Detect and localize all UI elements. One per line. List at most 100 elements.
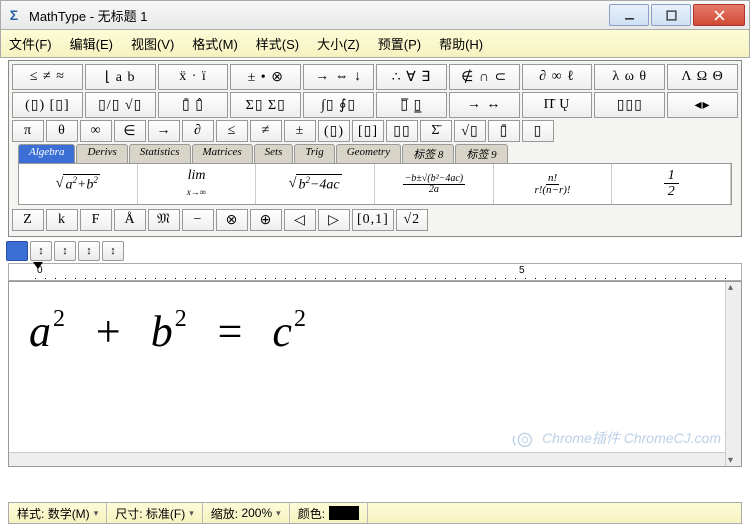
sym-pi[interactable]: π [12,120,44,142]
watermark-text: Chrome插件 ChromeCJ.com [542,428,721,448]
sym-M[interactable]: 𝔐 [148,209,180,231]
eq-c: c [272,307,294,356]
align-1-icon[interactable] [6,241,28,261]
tpl-fractions[interactable]: ▯/▯ √▯ [85,92,156,118]
sym-A[interactable]: Å [114,209,146,231]
align-4-icon[interactable]: ↕ [78,241,100,261]
sym-infty[interactable]: ∞ [80,120,112,142]
eq-b: b [151,307,175,356]
tpl-scripts[interactable]: ▯̄ ▯̂ [158,92,229,118]
status-style[interactable]: 样式: 数学(M) [9,503,107,523]
minimize-button[interactable] [609,4,649,26]
sym-sqrt2[interactable]: √2 [396,209,428,231]
sym-pm[interactable]: ± [284,120,316,142]
tpl-fences[interactable]: (▯) [▯] [12,92,83,118]
tpl-pythag[interactable]: √a2+b2 [19,164,138,204]
snail-icon [508,428,536,448]
sym-interval[interactable]: [0,1] [352,209,394,231]
color-swatch [329,506,359,520]
tpl-integrals[interactable]: ∫▯ ∮▯ [303,92,374,118]
sym-F[interactable]: F [80,209,112,231]
sym-ne[interactable]: ≠ [250,120,282,142]
palette-logic[interactable]: ∴ ∀ ∃ [376,64,447,90]
palette-embellish[interactable]: ẍ · ï [158,64,229,90]
sym-arrow[interactable]: → [148,120,180,142]
tab-sets[interactable]: Sets [254,144,294,163]
sym-oplus[interactable]: ⊕ [250,209,282,231]
tpl-arrows[interactable]: → ↔ [449,92,520,118]
sym-tri-left[interactable]: ◁ [284,209,316,231]
maximize-button[interactable] [651,4,691,26]
menu-style[interactable]: 样式(S) [256,34,299,53]
tab-geometry[interactable]: Geometry [336,144,401,163]
sym-sqrt[interactable]: √▯ [454,120,486,142]
palette-relational[interactable]: ≤ ≠ ≈ [12,64,83,90]
horizontal-scrollbar[interactable] [9,452,725,466]
sym-theta[interactable]: θ [46,120,78,142]
align-2-icon[interactable]: ↕ [30,241,52,261]
sym-le[interactable]: ≤ [216,120,248,142]
menu-edit[interactable]: 编辑(E) [70,34,113,53]
status-zoom[interactable]: 缩放: 200% [203,503,290,523]
align-3-icon[interactable]: ↕ [54,241,76,261]
align-5-icon[interactable]: ↕ [102,241,124,261]
tpl-boxes[interactable]: ◂▸ [667,92,738,118]
tpl-half[interactable]: 12 [612,164,731,204]
titlebar: Σ MathType - 无标题 1 [0,0,750,30]
eq-b-exp: 2 [175,306,189,332]
watermark: Chrome插件 ChromeCJ.com [508,428,721,448]
sym-bracket[interactable]: [▯] [352,120,384,142]
tab-8[interactable]: 标签 8 [402,144,454,163]
sym-paren[interactable]: (▯) [318,120,350,142]
tpl-matrices[interactable]: ▯▯▯ [594,92,665,118]
palette-greek-upper[interactable]: Λ Ω Θ [667,64,738,90]
menu-file[interactable]: 文件(F) [9,34,52,53]
palette-spaces[interactable]: ⌊ a b [85,64,156,90]
equation[interactable]: a2 + b2 = c2 [29,306,308,357]
status-color[interactable]: 颜色: [290,503,368,523]
sym-Z[interactable]: Z [12,209,44,231]
status-size[interactable]: 尺寸: 标准(F) [107,503,203,523]
sym-slot[interactable]: ▯ [522,120,554,142]
tab-9[interactable]: 标签 9 [455,144,507,163]
tab-statistics[interactable]: Statistics [129,144,191,163]
palette-row-3: π θ ∞ ∈ → ∂ ≤ ≠ ± (▯) [▯] ▯▯ Σ̄ √▯ ▯̄ ▯ [12,120,738,142]
sym-otimes[interactable]: ⊗ [216,209,248,231]
palette-arrows[interactable]: → ⇔ ↓ [303,64,374,90]
menu-size[interactable]: 大小(Z) [317,34,360,53]
tpl-sums[interactable]: Σ▯ Σ▯ [230,92,301,118]
tpl-combinations[interactable]: n!r!(n−r)! [494,164,613,204]
tpl-products[interactable]: Π̄ Ų [522,92,593,118]
palette-row-1: ≤ ≠ ≈ ⌊ a b ẍ · ï ± • ⊗ → ⇔ ↓ ∴ ∀ ∃ ∉ ∩ … [12,64,738,90]
sym-tri-right[interactable]: ▷ [318,209,350,231]
sym-sup[interactable]: ▯▯ [386,120,418,142]
tpl-discriminant[interactable]: √b2−4ac [256,164,375,204]
sym-k[interactable]: k [46,209,78,231]
tab-derivs[interactable]: Derivs [76,144,127,163]
menu-format[interactable]: 格式(M) [192,34,238,53]
close-button[interactable] [693,4,745,26]
palette-misc[interactable]: ∂ ∞ ℓ [522,64,593,90]
equation-canvas[interactable]: a2 + b2 = c2 Chrome插件 ChromeCJ.com [8,281,742,467]
menu-view[interactable]: 视图(V) [131,34,174,53]
sym-partial[interactable]: ∂ [182,120,214,142]
tpl-quadratic[interactable]: −b±√(b²−4ac)2a [375,164,494,204]
tab-matrices[interactable]: Matrices [192,144,253,163]
tab-algebra[interactable]: Algebra [18,144,75,163]
eq-plus: + [93,307,125,356]
menu-help[interactable]: 帮助(H) [439,34,483,53]
sym-sum[interactable]: Σ̄ [420,120,452,142]
palette-set[interactable]: ∉ ∩ ⊂ [449,64,520,90]
sym-in[interactable]: ∈ [114,120,146,142]
palette-greek-lower[interactable]: λ ω θ [594,64,665,90]
tpl-limit[interactable]: limx→∞ [138,164,257,204]
menu-prefs[interactable]: 预置(P) [378,34,421,53]
tpl-overbar[interactable]: ▯̅ ▯̲ [376,92,447,118]
ruler[interactable]: 0 5 [8,263,742,281]
sym-minus[interactable]: − [182,209,214,231]
alignment-toolbar: ↕ ↕ ↕ ↕ [6,241,744,261]
sym-bar[interactable]: ▯̄ [488,120,520,142]
vertical-scrollbar[interactable] [725,282,741,466]
palette-operators[interactable]: ± • ⊗ [230,64,301,90]
tab-trig[interactable]: Trig [294,144,334,163]
